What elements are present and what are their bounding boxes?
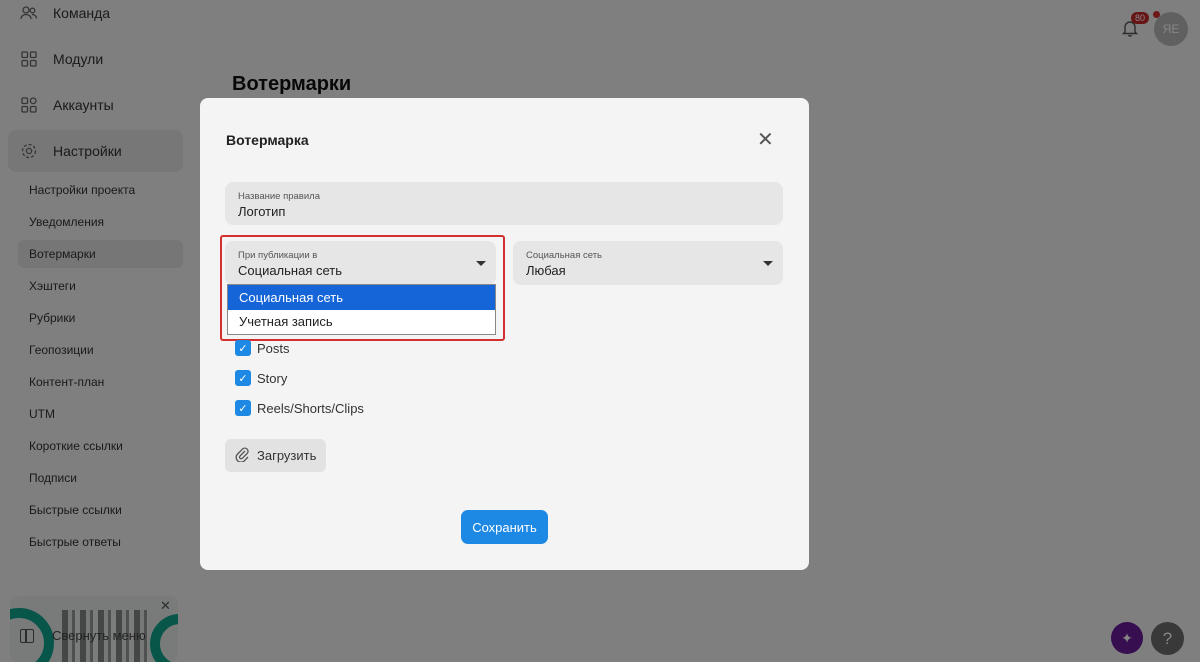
watermark-modal: Вотермарка ✕ Название правила Логотип Пр… bbox=[200, 98, 809, 570]
rule-name-input[interactable]: Логотип bbox=[238, 204, 285, 219]
checkbox-label: Posts bbox=[257, 340, 290, 356]
social-network-label: Социальная сеть bbox=[526, 250, 602, 261]
chevron-down-icon bbox=[763, 261, 773, 266]
rule-name-label: Название правила bbox=[238, 191, 320, 202]
paperclip-icon bbox=[235, 446, 249, 465]
modal-title: Вотермарка bbox=[226, 132, 309, 148]
upload-button[interactable]: Загрузить bbox=[225, 439, 326, 472]
checkbox-label: Story bbox=[257, 370, 288, 386]
check-icon[interactable]: ✓ bbox=[235, 340, 251, 356]
save-button[interactable]: Сохранить bbox=[461, 510, 548, 544]
checkbox-story[interactable]: ✓ Story bbox=[235, 370, 287, 386]
highlight-box bbox=[220, 235, 505, 341]
social-network-select[interactable]: Социальная сеть Любая bbox=[513, 241, 783, 285]
checkbox-label: Reels/Shorts/Clips bbox=[257, 400, 364, 416]
checkbox-posts[interactable]: ✓ Posts bbox=[235, 340, 290, 356]
checkbox-reels[interactable]: ✓ Reels/Shorts/Clips bbox=[235, 400, 364, 416]
rule-name-field[interactable]: Название правила Логотип bbox=[225, 182, 783, 225]
check-icon[interactable]: ✓ bbox=[235, 400, 251, 416]
social-network-value: Любая bbox=[526, 263, 566, 278]
upload-label: Загрузить bbox=[257, 448, 317, 463]
close-icon[interactable]: ✕ bbox=[757, 130, 774, 150]
check-icon[interactable]: ✓ bbox=[235, 370, 251, 386]
